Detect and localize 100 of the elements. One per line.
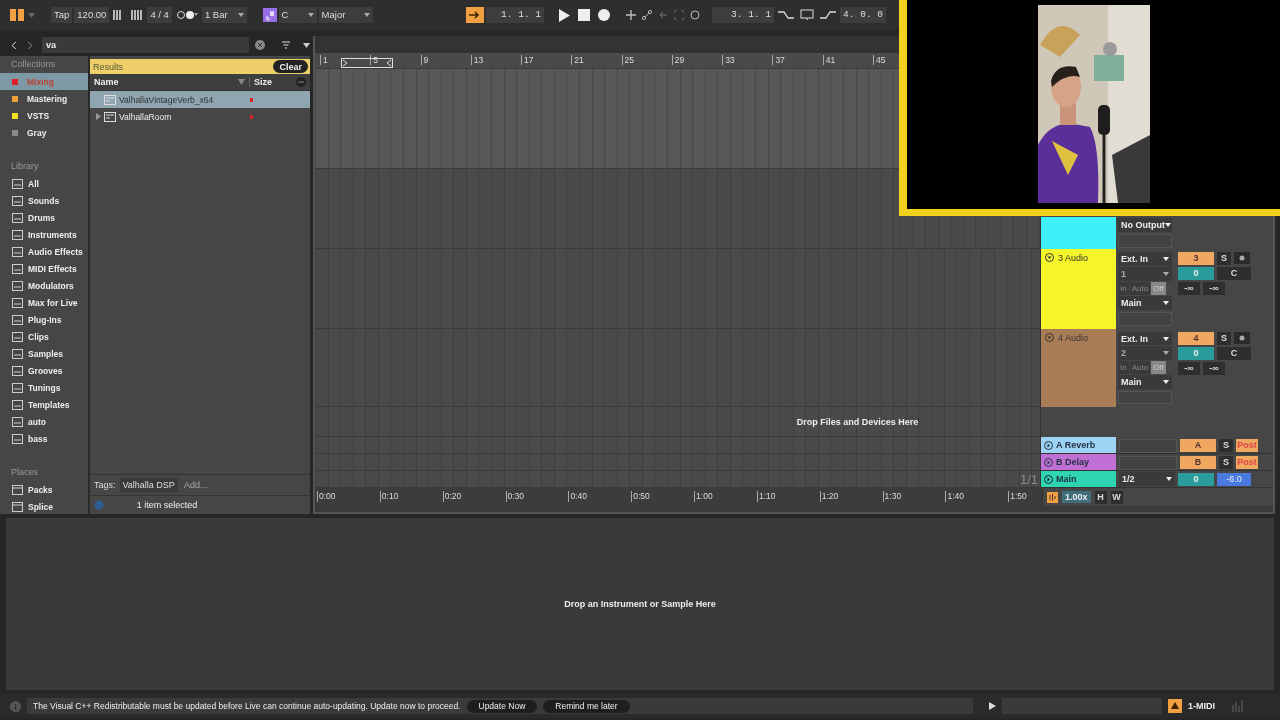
more-icon[interactable] (296, 77, 306, 87)
library-item[interactable]: Drums (28, 212, 55, 223)
sort-icon[interactable] (238, 79, 245, 85)
notice-button[interactable]: Update Now (466, 699, 538, 713)
logo-icon[interactable] (10, 8, 24, 22)
fold-icon[interactable] (1045, 253, 1054, 262)
scale-mode-icon[interactable] (262, 8, 277, 22)
input-dropdown[interactable]: Ext. In (1118, 252, 1172, 266)
pan-field[interactable]: C (1217, 347, 1251, 360)
expand-icon[interactable] (96, 113, 101, 120)
play-button[interactable] (558, 8, 570, 22)
fold-icon[interactable] (1045, 333, 1054, 342)
track-header[interactable]: 3 Audio (1041, 249, 1116, 329)
clear-button[interactable]: Clear (273, 60, 308, 73)
arm-button[interactable] (1234, 252, 1250, 264)
library-item[interactable]: All (28, 178, 39, 189)
quantize-dropdown[interactable]: 1 Bar (201, 7, 247, 23)
track-header[interactable]: 4 Audio (1041, 329, 1116, 407)
library-item[interactable]: Clips (28, 331, 49, 342)
search-field[interactable]: va (42, 37, 249, 53)
solo-button[interactable]: S (1217, 252, 1231, 265)
notice-button[interactable]: Remind me later (543, 699, 630, 713)
library-item[interactable]: MIDI Effects (28, 263, 77, 274)
output-dropdown[interactable]: Main (1118, 375, 1172, 389)
library-item[interactable]: Tunings (28, 382, 61, 393)
tag-chip[interactable]: Valhalla DSP (119, 478, 178, 492)
nudge-up-icon[interactable] (131, 9, 144, 21)
zoom-field[interactable]: 1.00x (1062, 491, 1091, 503)
capture-icon[interactable] (674, 10, 684, 20)
fold-icon[interactable] (1044, 440, 1053, 450)
warning-icon[interactable] (1168, 699, 1182, 713)
record-button[interactable] (598, 9, 610, 21)
collection-item[interactable]: VSTS (0, 107, 88, 124)
back-button[interactable] (10, 40, 18, 50)
result-row[interactable]: ValhallaRoom (90, 108, 310, 125)
arm-button[interactable] (1234, 332, 1250, 344)
input-dropdown[interactable]: Ext. In (1118, 332, 1172, 346)
filter-button[interactable] (279, 39, 293, 51)
result-row[interactable]: ValhallaVintageVerb_x64 (90, 91, 310, 108)
library-item[interactable]: Modulators (28, 280, 74, 291)
library-item[interactable]: auto (28, 416, 46, 427)
time-signature-field[interactable]: 4 / 4 (147, 7, 172, 23)
return-track-header[interactable]: A Reverb (1041, 437, 1116, 453)
punch-out-icon[interactable] (820, 10, 836, 20)
library-item[interactable]: Grooves (28, 365, 63, 376)
waveform-icon[interactable] (1047, 491, 1058, 503)
track-activator-button[interactable]: 4 (1178, 332, 1214, 345)
library-item[interactable]: Samples (28, 348, 63, 359)
tempo-field[interactable]: 120.00 (74, 7, 110, 23)
collection-item[interactable]: Gray (0, 124, 88, 141)
library-item[interactable]: Plug-Ins (28, 314, 62, 325)
send-button[interactable]: B (1180, 455, 1216, 469)
channel-dropdown[interactable]: 1 (1118, 266, 1172, 281)
add-tag-field[interactable]: Add... (181, 479, 246, 491)
fold-icon[interactable] (1044, 457, 1053, 467)
return-output-field[interactable] (1119, 455, 1177, 470)
place-item[interactable]: Packs (28, 484, 53, 495)
punch-in-icon[interactable] (778, 10, 794, 20)
track-lane[interactable] (315, 69, 900, 169)
solo-button[interactable]: S (1219, 455, 1233, 469)
clear-search-icon[interactable] (255, 40, 265, 50)
output-dropdown[interactable]: No Output (1118, 218, 1172, 232)
metronome-icon[interactable] (175, 10, 198, 20)
return-output-field[interactable] (1119, 438, 1177, 453)
follow-icon[interactable] (466, 7, 484, 23)
play-icon[interactable] (989, 702, 996, 710)
gain-field[interactable]: -6.0 (1217, 472, 1251, 486)
place-item[interactable]: Splice (28, 501, 54, 512)
collection-item[interactable]: Mastering (0, 90, 88, 107)
loop-brace[interactable] (341, 58, 393, 68)
library-item[interactable]: Templates (28, 399, 70, 410)
key-dropdown[interactable]: C (278, 7, 317, 23)
pan-field[interactable]: C (1217, 267, 1251, 280)
track-activator-button[interactable]: 3 (1178, 252, 1214, 265)
loop-icon[interactable] (690, 10, 700, 20)
loop-length-field[interactable]: 4. 0. 0 (840, 7, 886, 23)
solo-button[interactable]: S (1219, 438, 1233, 452)
name-column-header[interactable]: Name (94, 77, 234, 87)
size-column-header[interactable]: Size (249, 77, 292, 87)
output-dropdown[interactable]: Main (1118, 296, 1172, 311)
main-output-dropdown[interactable]: 1/2 (1119, 471, 1175, 486)
output-channel-field[interactable] (1118, 390, 1172, 404)
automation-icon[interactable] (642, 10, 652, 20)
library-item[interactable]: Max for Live (28, 297, 78, 308)
main-track-header[interactable]: Main (1041, 471, 1116, 487)
channel-dropdown[interactable]: 2 (1118, 346, 1172, 360)
solo-button[interactable]: S (1217, 332, 1231, 345)
library-item[interactable]: Instruments (28, 229, 77, 240)
h-button[interactable]: H (1094, 490, 1107, 504)
loop-switch-icon[interactable] (800, 9, 814, 21)
caret-icon[interactable] (303, 42, 310, 48)
add-icon[interactable] (626, 10, 636, 20)
w-button[interactable]: W (1110, 490, 1123, 504)
back-arrow-icon[interactable] (658, 10, 668, 20)
loop-start-field[interactable]: 3. 1. 1 (712, 7, 774, 23)
scale-dropdown[interactable]: Major (318, 7, 373, 23)
return-track-header[interactable]: B Delay (1041, 454, 1116, 470)
library-item[interactable]: bass (28, 433, 48, 444)
library-item[interactable]: Audio Effects (28, 246, 83, 257)
send-button[interactable]: A (1180, 438, 1216, 452)
